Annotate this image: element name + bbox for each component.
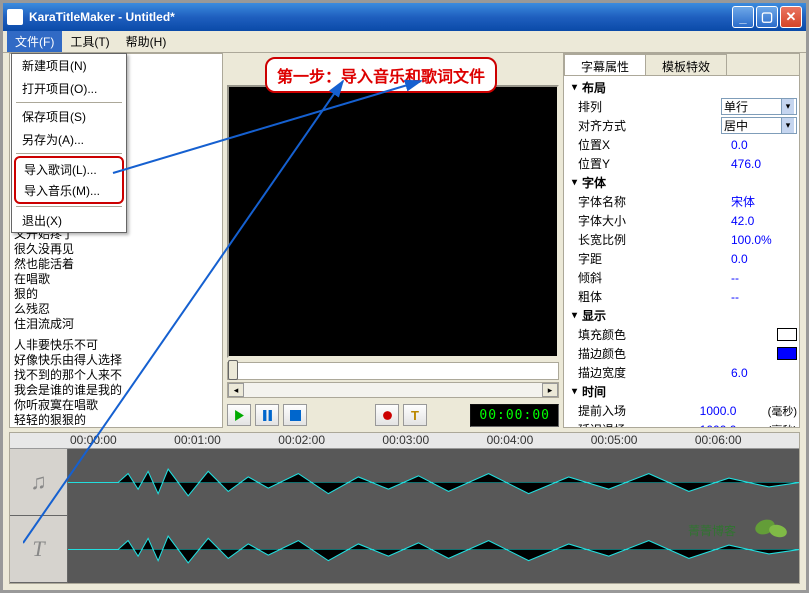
prop-align[interactable]: 对齐方式居中▾ (566, 116, 797, 135)
audio-track-icon[interactable]: ♫ (10, 449, 67, 516)
tutorial-callout: 第一步：导入音乐和歌词文件 (265, 57, 497, 93)
scroll-right-button[interactable]: ▸ (542, 383, 558, 397)
preview-viewport (227, 85, 559, 358)
text-marker-button[interactable]: T (403, 404, 427, 426)
prop-section-display[interactable]: ▾显示 (566, 306, 797, 325)
prop-section-layout[interactable]: ▾布局 (566, 78, 797, 97)
prop-posy[interactable]: 位置Y476.0 (566, 154, 797, 173)
pause-button[interactable] (255, 404, 279, 426)
menu-bar: 文件(F) 工具(T) 帮助(H) (3, 31, 806, 53)
menu-exit[interactable]: 退出(X) (12, 209, 126, 232)
seek-slider[interactable] (227, 362, 559, 380)
lyric-line: 然也能活着 (14, 257, 222, 272)
menu-tools[interactable]: 工具(T) (62, 31, 117, 52)
file-dropdown: 新建项目(N) 打开项目(O)... 保存项目(S) 另存为(A)... 导入歌… (11, 53, 127, 233)
minimize-button[interactable]: _ (732, 6, 754, 28)
prop-delayout[interactable]: 延迟退场1000.0(毫秒) (566, 420, 797, 427)
horizontal-scrollbar[interactable]: ◂ ▸ (227, 382, 559, 398)
timecode-display: 00:00:00 (470, 404, 559, 427)
stop-button[interactable] (283, 404, 307, 426)
prop-stroke-width[interactable]: 描边宽度6.0 (566, 363, 797, 382)
app-icon (7, 9, 23, 25)
prop-stroke-color[interactable]: 描边颜色 (566, 344, 797, 363)
close-button[interactable]: ✕ (780, 6, 802, 28)
prop-font-size[interactable]: 字体大小42.0 (566, 211, 797, 230)
text-track-icon[interactable]: T (10, 516, 67, 583)
svg-text:菁菁博客: 菁菁博客 (688, 523, 736, 538)
lyric-line: 住泪流成河 (14, 317, 222, 332)
lyric-line: 在唱歌 (14, 272, 222, 287)
maximize-button[interactable]: ▢ (756, 6, 778, 28)
prop-prein[interactable]: 提前入场1000.0(毫秒) (566, 401, 797, 420)
lyric-line: 么残忍 (14, 302, 222, 317)
highlighted-menu-group: 导入歌词(L)... 导入音乐(M)... (14, 156, 124, 204)
menu-separator (16, 153, 122, 154)
lyric-line: 轻轻的狠狠的 (14, 413, 222, 428)
lyric-line: 好像快乐由得人选择 (14, 353, 222, 368)
menu-separator (16, 206, 122, 207)
prop-posx[interactable]: 位置X0.0 (566, 135, 797, 154)
prop-font-name[interactable]: 字体名称宋体 (566, 192, 797, 211)
lyric-line: 很久没再见 (14, 242, 222, 257)
scroll-left-button[interactable]: ◂ (228, 383, 244, 397)
record-button[interactable] (375, 404, 399, 426)
lyric-line: 找不到的那个人来不 (14, 368, 222, 383)
stroke-color-swatch (777, 347, 797, 360)
title-bar: KaraTitleMaker - Untitled* _ ▢ ✕ (3, 3, 806, 31)
lyric-line: 你听寂寞在唱歌 (14, 398, 222, 413)
transport-bar: T 00:00:00 (227, 402, 559, 428)
properties-panel: 字幕属性 模板特效 ▾布局 排列单行▾ 对齐方式居中▾ 位置X0.0 位置Y47… (563, 53, 800, 428)
menu-file[interactable]: 文件(F) (7, 31, 62, 52)
seek-handle[interactable] (228, 360, 238, 380)
tab-subtitle-attr[interactable]: 字幕属性 (564, 54, 646, 75)
play-button[interactable] (227, 404, 251, 426)
fill-color-swatch (777, 328, 797, 341)
prop-section-time[interactable]: ▾时间 (566, 382, 797, 401)
ruler-tick: 00:01:00 (174, 433, 278, 448)
window-title: KaraTitleMaker - Untitled* (29, 10, 175, 24)
ruler-tick: 00:05:00 (591, 433, 695, 448)
lyric-line: 狠的 (14, 287, 222, 302)
menu-import-lyric[interactable]: 导入歌词(L)... (16, 159, 122, 180)
prop-arrange[interactable]: 排列单行▾ (566, 97, 797, 116)
menu-new-project[interactable]: 新建项目(N) (12, 54, 126, 77)
ruler-tick: 00:02:00 (278, 433, 382, 448)
menu-import-music[interactable]: 导入音乐(M)... (16, 180, 122, 201)
prop-font-bold[interactable]: 粗体-- (566, 287, 797, 306)
ruler-tick: 00:04:00 (487, 433, 591, 448)
lyric-line: 我会是谁的谁是我的 (14, 383, 222, 398)
ruler-tick: 00:06:00 (695, 433, 799, 448)
menu-save-as[interactable]: 另存为(A)... (12, 128, 126, 151)
menu-separator (16, 102, 122, 103)
ruler-tick: 00:03:00 (382, 433, 486, 448)
prop-font-ratio[interactable]: 长宽比例100.0% (566, 230, 797, 249)
watermark: 菁菁博客 (670, 509, 790, 562)
prop-font-slant[interactable]: 倾斜-- (566, 268, 797, 287)
tab-template-fx[interactable]: 模板特效 (645, 54, 727, 75)
timeline-ruler[interactable]: 00:00:00 00:01:00 00:02:00 00:03:00 00:0… (10, 433, 799, 449)
ruler-tick: 00:00:00 (70, 433, 174, 448)
lyric-line: 人非要快乐不可 (14, 338, 222, 353)
prop-font-space[interactable]: 字距0.0 (566, 249, 797, 268)
menu-help[interactable]: 帮助(H) (118, 31, 175, 52)
prop-fill-color[interactable]: 填充颜色 (566, 325, 797, 344)
prop-section-font[interactable]: ▾字体 (566, 173, 797, 192)
menu-open-project[interactable]: 打开项目(O)... (12, 77, 126, 100)
menu-save-project[interactable]: 保存项目(S) (12, 105, 126, 128)
